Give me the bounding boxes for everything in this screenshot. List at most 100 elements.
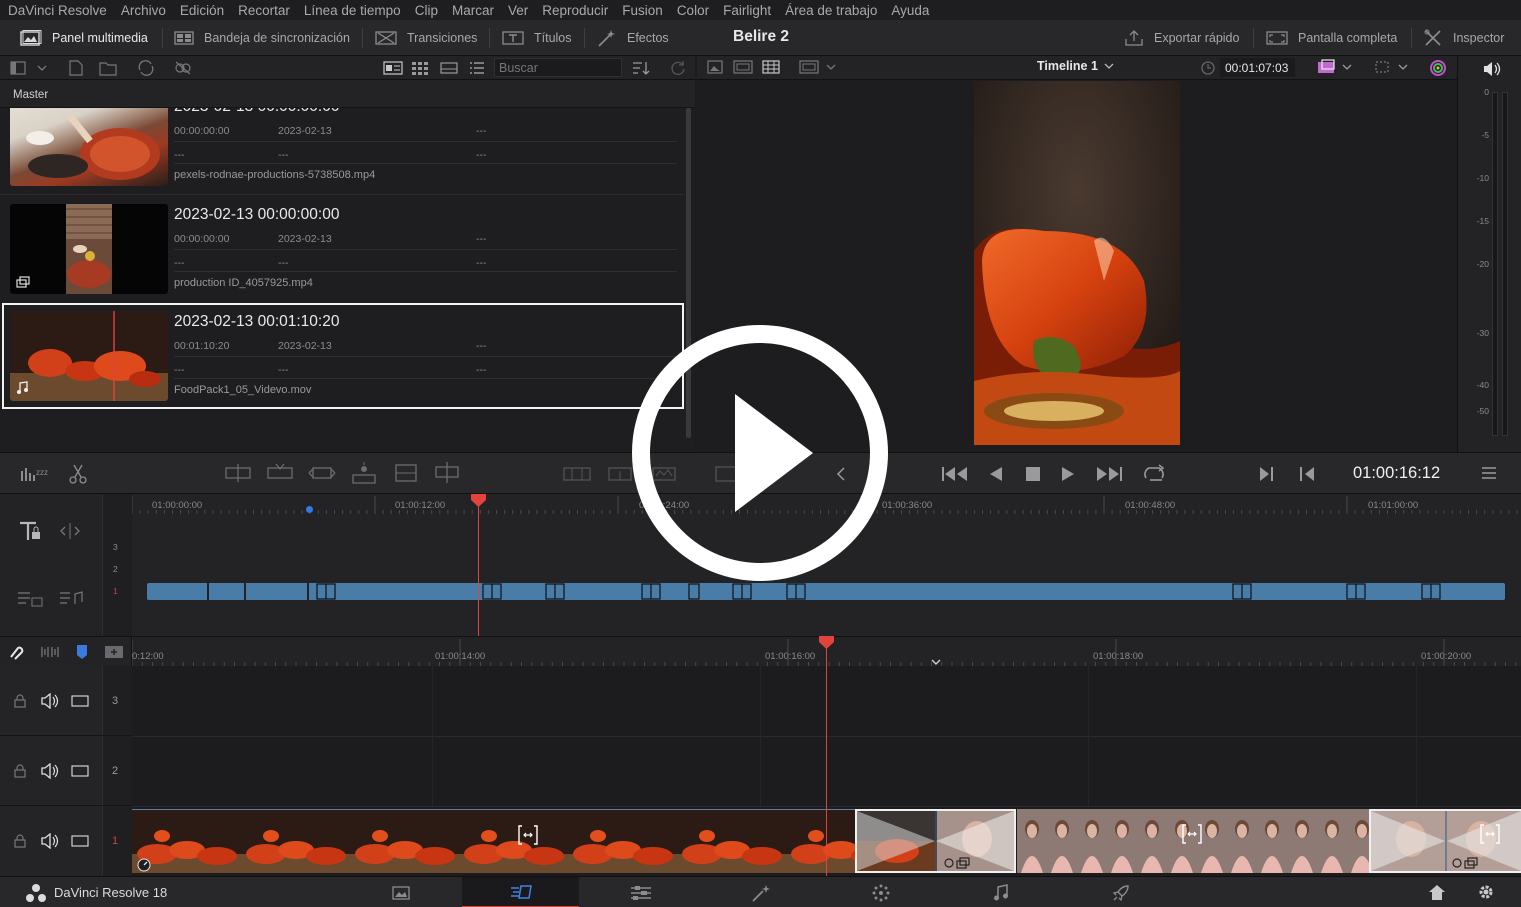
- transitions-button[interactable]: Transiciones: [375, 20, 477, 56]
- lock-icon[interactable]: [14, 764, 26, 778]
- gear-icon[interactable]: [1477, 883, 1495, 901]
- speaker-icon[interactable]: [1482, 61, 1502, 77]
- media-clip-item[interactable]: 2023-02-13 00:00:00:00 00:00:00:00 2023-…: [2, 108, 684, 194]
- menu-ver[interactable]: Ver: [508, 3, 528, 18]
- stop-icon[interactable]: [1024, 465, 1042, 483]
- menu-linea-de-tiempo[interactable]: Línea de tiempo: [304, 3, 401, 18]
- transition-marker-icon[interactable]: [1181, 823, 1203, 845]
- media-pool-button[interactable]: Panel multimedia: [20, 20, 148, 56]
- duration-timecode[interactable]: 00:01:07:03: [1220, 58, 1295, 77]
- thumbnail-view-icon[interactable]: [411, 61, 429, 75]
- append-end-icon[interactable]: [394, 463, 418, 483]
- home-icon[interactable]: [1428, 884, 1446, 901]
- snap-magnet-icon[interactable]: [8, 644, 24, 660]
- menu-ayuda[interactable]: Ayuda: [891, 3, 929, 18]
- fullscreen-button[interactable]: Pantalla completa: [1266, 20, 1397, 56]
- color-wheel-icon[interactable]: [1429, 59, 1447, 77]
- overwrite-clip-icon[interactable]: [267, 463, 293, 483]
- timeline-clip-transition[interactable]: [855, 809, 1016, 873]
- quick-export-button[interactable]: Exportar rápido: [1124, 20, 1239, 56]
- ripple-overwrite-icon[interactable]: [434, 461, 460, 485]
- menu-recortar[interactable]: Recortar: [238, 3, 290, 18]
- menu-fusion[interactable]: Fusion: [622, 3, 663, 18]
- page-cut-button[interactable]: [462, 877, 579, 907]
- upper-playhead-handle[interactable]: [471, 494, 486, 508]
- page-media-button[interactable]: [342, 877, 459, 907]
- new-bin-icon[interactable]: [68, 60, 84, 76]
- play-reverse-icon[interactable]: [988, 465, 1004, 483]
- place-on-top-icon[interactable]: [351, 461, 377, 485]
- timecode-dial-icon[interactable]: [1200, 60, 1216, 76]
- blue-marker[interactable]: [306, 506, 313, 513]
- go-to-start-icon[interactable]: [941, 465, 969, 483]
- speaker-icon[interactable]: [40, 833, 60, 849]
- refresh-icon[interactable]: [669, 60, 687, 76]
- inspector-button[interactable]: Inspector: [1423, 20, 1504, 56]
- page-color-button[interactable]: [822, 877, 939, 907]
- search-input[interactable]: [494, 58, 622, 77]
- chevron-down-icon[interactable]: [931, 658, 941, 666]
- menu-color[interactable]: Color: [677, 3, 709, 18]
- transition-marker-icon[interactable]: [517, 824, 539, 846]
- menu-area-de-trabajo[interactable]: Área de trabajo: [785, 3, 877, 18]
- monitor-icon[interactable]: [71, 765, 89, 777]
- speaker-icon[interactable]: [40, 763, 60, 779]
- loop-icon[interactable]: [1141, 464, 1167, 484]
- play-video-overlay-button[interactable]: [629, 322, 891, 584]
- menu-edicion[interactable]: Edición: [180, 3, 224, 18]
- play-icon[interactable]: [1060, 465, 1076, 483]
- menu-fairlight[interactable]: Fairlight: [723, 3, 771, 18]
- media-clip-item[interactable]: 2023-02-13 00:00:00:00 00:00:00:00 2023-…: [2, 196, 684, 302]
- page-edit-button[interactable]: [582, 877, 699, 907]
- previous-edit-icon[interactable]: [1298, 465, 1316, 483]
- media-clip-item-selected[interactable]: 2023-02-13 00:01:10:20 00:01:10:20 2023-…: [2, 303, 684, 409]
- linked-selection-icon[interactable]: [40, 645, 60, 659]
- page-fairlight-button[interactable]: [942, 877, 1059, 907]
- audio-music-options-icon[interactable]: [58, 590, 84, 608]
- timeline-clip-transition[interactable]: [1369, 809, 1521, 873]
- menu-archivo[interactable]: Archivo: [121, 3, 166, 18]
- effects-button[interactable]: Efectos: [597, 20, 669, 56]
- page-deliver-button[interactable]: [1062, 877, 1179, 907]
- menu-clip[interactable]: Clip: [415, 3, 438, 18]
- menu-davinci-resolve[interactable]: DaVinci Resolve: [8, 3, 107, 18]
- cinema-viewer-icon[interactable]: [762, 60, 780, 74]
- filmstrip-view-icon[interactable]: [440, 61, 458, 75]
- speaker-icon[interactable]: [40, 693, 60, 709]
- new-folder-icon[interactable]: [99, 60, 117, 76]
- lock-track-icon[interactable]: [18, 520, 44, 542]
- monitor-icon[interactable]: [71, 835, 89, 847]
- next-edit-icon[interactable]: [1258, 465, 1276, 483]
- lower-playhead-handle[interactable]: [819, 636, 834, 650]
- metadata-view-icon[interactable]: [383, 61, 403, 75]
- sort-icon[interactable]: [631, 60, 651, 76]
- lock-icon[interactable]: [14, 694, 26, 708]
- unlink-icon[interactable]: [174, 60, 192, 76]
- track-header-v3[interactable]: 3: [0, 666, 132, 736]
- lock-icon[interactable]: [14, 834, 26, 848]
- page-fusion-button[interactable]: [702, 877, 819, 907]
- timeline-clip-person[interactable]: [1017, 809, 1369, 873]
- source-viewer-icon[interactable]: [707, 60, 723, 74]
- add-marker-icon[interactable]: [104, 645, 124, 659]
- menu-marcar[interactable]: Marcar: [452, 3, 494, 18]
- trim-icon[interactable]: [58, 522, 82, 540]
- viewer-mode-icon[interactable]: [799, 60, 843, 74]
- current-timecode[interactable]: 01:00:16:12: [1353, 464, 1440, 483]
- transition-marker-icon[interactable]: [1479, 823, 1501, 845]
- clip-display-icon[interactable]: [1317, 59, 1357, 75]
- sync-bin-button[interactable]: Bandeja de sincronización: [174, 20, 350, 56]
- replace-clip-icon[interactable]: [308, 463, 336, 483]
- dual-viewer-icon[interactable]: [733, 60, 753, 74]
- track-header-v2[interactable]: 2: [0, 736, 132, 806]
- flag-marker-icon[interactable]: [75, 643, 89, 661]
- master-bin-header[interactable]: Master: [0, 80, 695, 108]
- insert-clip-icon[interactable]: [225, 463, 251, 483]
- hamburger-menu-icon[interactable]: [1481, 466, 1497, 480]
- menu-reproducir[interactable]: Reproducir: [542, 3, 608, 18]
- titles-button[interactable]: Títulos: [502, 20, 572, 56]
- track-header-v1[interactable]: 1: [0, 806, 132, 876]
- list-view-icon[interactable]: [469, 61, 485, 75]
- timeline-selector[interactable]: Timeline 1: [1037, 59, 1114, 73]
- sidebar-toggle-icon[interactable]: [10, 60, 50, 76]
